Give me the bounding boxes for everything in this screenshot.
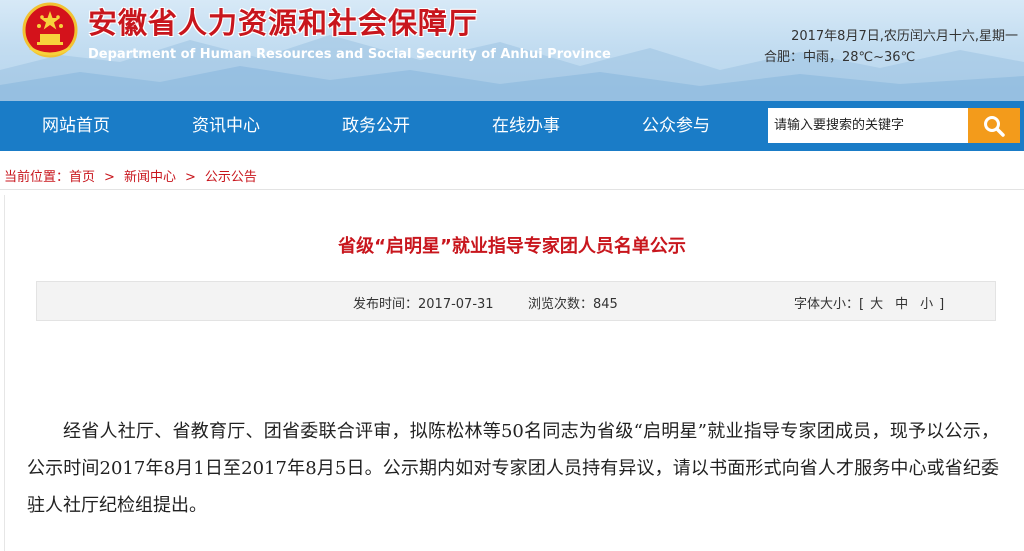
search-button[interactable] xyxy=(968,108,1020,143)
nav-item-public-participation[interactable]: 公众参与 xyxy=(642,101,710,151)
font-size-medium-link[interactable]: 中 xyxy=(895,297,908,312)
article-body: 经省人社厅、省教育厅、团省委联合评审，拟陈松林等50名同志为省级“启明星”就业指… xyxy=(27,421,999,516)
font-size-large-link[interactable]: 大 xyxy=(870,297,883,312)
publish-date: 发布时间：2017-07-31 xyxy=(353,297,494,312)
breadcrumb-divider xyxy=(0,189,1024,190)
nav-item-online-services[interactable]: 在线办事 xyxy=(492,101,560,151)
date-display: 2017年8月7日,农历闰六月十六,星期一 xyxy=(791,29,1018,44)
breadcrumb-announcements[interactable]: 公示公告 xyxy=(205,170,257,185)
view-count: 浏览次数：845 xyxy=(528,297,618,312)
article-title: 省级“启明星”就业指导专家团人员名单公示 xyxy=(338,236,686,257)
font-size-selector: 字体大小：[ 大中小] xyxy=(794,293,944,312)
breadcrumb-separator: > xyxy=(104,170,115,185)
site-title: 安徽省人力资源和社会保障厅 xyxy=(88,6,479,40)
font-size-label: 字体大小：[ xyxy=(794,297,865,312)
breadcrumb-home[interactable]: 首页 xyxy=(69,170,95,185)
breadcrumb-news-center[interactable]: 新闻中心 xyxy=(124,170,176,185)
nav-item-government-affairs[interactable]: 政务公开 xyxy=(342,101,410,151)
search-icon xyxy=(984,115,1005,137)
header-banner: 安徽省人力资源和社会保障厅 Department of Human Resour… xyxy=(0,0,1024,101)
search-input[interactable] xyxy=(768,108,968,143)
weather-display: 合肥：中雨，28℃~36℃ xyxy=(764,50,916,65)
nav-item-home[interactable]: 网站首页 xyxy=(42,101,110,151)
breadcrumb-prefix: 当前位置： xyxy=(4,170,70,185)
font-size-small-link[interactable]: 小 xyxy=(920,297,933,312)
national-emblem-icon xyxy=(22,2,78,58)
font-size-close: ] xyxy=(939,297,945,312)
site-subtitle: Department of Human Resources and Social… xyxy=(88,47,611,62)
breadcrumb: 当前位置：首页 > 新闻中心 > 公示公告 xyxy=(4,166,257,185)
nav-item-news[interactable]: 资讯中心 xyxy=(192,101,260,151)
breadcrumb-separator: > xyxy=(184,170,196,185)
article-meta-bar: 发布时间：2017-07-31 浏览次数：845 字体大小：[ 大中小] xyxy=(36,281,996,321)
